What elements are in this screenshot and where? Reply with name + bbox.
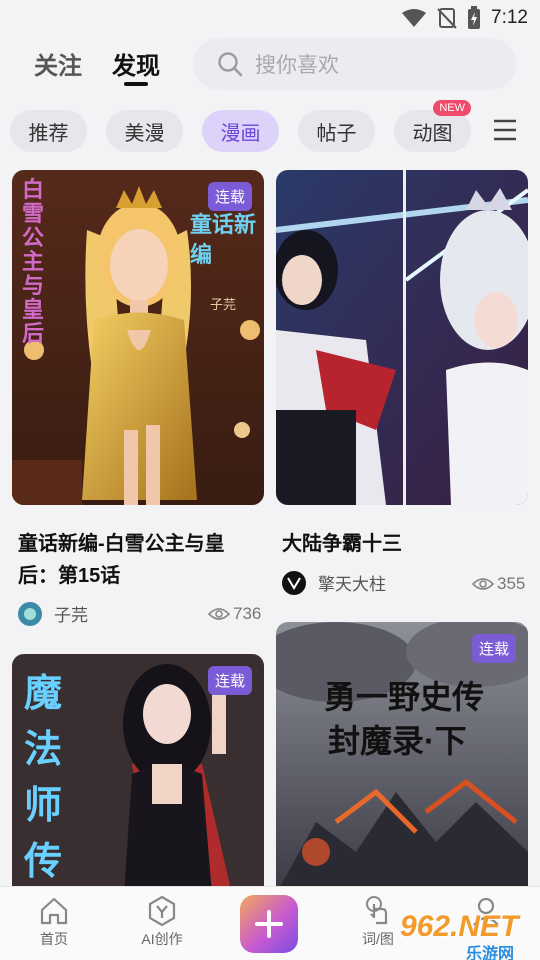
category-row: 推荐 美漫 漫画 帖子 动图 NEW (0, 100, 540, 154)
category-chip-label: 动图 (412, 122, 453, 145)
card-cover-2[interactable] (276, 170, 528, 505)
status-icons: 7:12 (401, 6, 528, 30)
watermark-logo: 962.NET 乐游网 (400, 910, 540, 960)
avatar (282, 570, 306, 595)
card-author-2[interactable]: 擎天大柱 (282, 570, 386, 595)
tab-discover[interactable]: 发现 (112, 46, 160, 81)
category-chip-recommend[interactable]: 推荐 (10, 110, 87, 152)
eye-icon (208, 608, 230, 620)
cover-title-vertical: 魔法师传 (24, 673, 63, 883)
author-name: 子芫 (54, 606, 88, 625)
search-icon (218, 52, 243, 77)
serializing-tag: 连载 (207, 182, 252, 211)
no-sim-icon (437, 8, 457, 29)
status-bar: 7:12 (0, 0, 540, 36)
cover-title-vertical: 白雪公主与皇后 (22, 177, 45, 346)
nav-label: 首页 (40, 931, 68, 947)
create-button[interactable] (240, 895, 298, 953)
card-title-1[interactable]: 童话新编-白雪公主与皇 后：第15话 (18, 528, 262, 592)
category-chip-gifs[interactable]: 动图 NEW (394, 100, 471, 152)
cover-title-side: 童话新编 (190, 212, 257, 267)
view-count-text: 355 (497, 574, 526, 593)
active-tab-indicator (124, 82, 148, 86)
cover-illustration-duel (276, 170, 528, 505)
author-name: 擎天大柱 (318, 575, 386, 594)
search-placeholder: 搜你喜欢 (255, 54, 339, 77)
card-cover-1[interactable]: 连载 白雪公主与皇后 童话新编 子芫 (12, 170, 264, 505)
card-title-2[interactable]: 大陆争霸十三 (282, 528, 526, 560)
search-bar[interactable]: 搜你喜欢 (193, 38, 516, 90)
new-badge: NEW (433, 100, 471, 116)
nav-ai-create[interactable]: AI创作 (122, 895, 202, 949)
category-chip-american-comics[interactable]: 美漫 (106, 110, 183, 152)
watermark-subtext: 乐游网 (466, 946, 515, 960)
view-count-text: 736 (233, 604, 262, 623)
plus-icon (255, 910, 283, 938)
eye-icon (472, 578, 494, 590)
category-chip-posts[interactable]: 帖子 (298, 110, 375, 152)
cover-signature: 子芫 (210, 297, 237, 312)
home-icon (40, 897, 68, 925)
cover-title-line: 封魔录·下 (328, 723, 467, 759)
card-cover-4[interactable]: 连载 勇一野史传 封魔录·下 (276, 622, 528, 894)
serializing-tag: 连载 (471, 634, 516, 663)
card-author-1[interactable]: 子芫 (18, 601, 88, 626)
avatar (18, 601, 42, 626)
view-count-2: 355 (472, 574, 525, 594)
category-chip-comics[interactable]: 漫画 (202, 110, 279, 152)
battery-charging-icon (468, 6, 481, 29)
hand-tap-icon (366, 896, 388, 925)
menu-icon[interactable] (492, 118, 518, 142)
status-time: 7:12 (491, 7, 528, 28)
ai-hexagon-icon (148, 895, 176, 927)
wifi-icon (402, 9, 427, 27)
tab-follow[interactable]: 关注 (34, 46, 82, 81)
watermark-text: 962.NET (400, 910, 519, 943)
card-title-line: 后：第15话 (18, 565, 121, 587)
top-bar: 关注 发现 搜你喜欢 (0, 36, 540, 92)
view-count-1: 736 (208, 604, 261, 624)
card-title-line: 童话新编-白雪公主与皇 (18, 533, 225, 555)
serializing-tag: 连载 (207, 666, 252, 695)
nav-label: 词/图 (362, 931, 394, 947)
card-cover-3[interactable]: 连载 魔法师传 (12, 654, 264, 894)
cover-title-line: 勇一野史传 (324, 679, 485, 715)
nav-label: AI创作 (141, 931, 183, 947)
nav-home[interactable]: 首页 (14, 895, 94, 949)
